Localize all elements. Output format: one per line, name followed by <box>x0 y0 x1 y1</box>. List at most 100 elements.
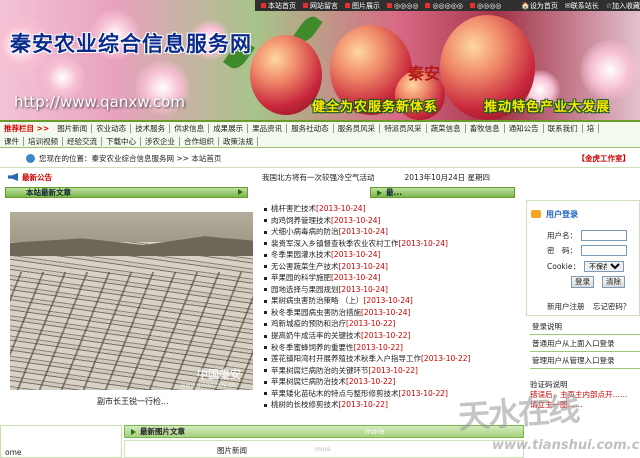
corner-watermark-url: www.tianshui.com.cn <box>492 438 640 453</box>
top-link-guestbook[interactable]: 网站留言 <box>303 1 338 11</box>
forgot-password-link[interactable]: 忘记密码？ <box>593 302 631 311</box>
cookie-select[interactable]: 不保存 <box>583 261 624 272</box>
work-room-link[interactable]: 【金虎工作室】 <box>578 153 631 164</box>
nav-item[interactable]: 经验交流 <box>63 137 102 146</box>
site-title: 秦安农业综合信息服务网 <box>10 32 252 56</box>
news-list-item[interactable]: 莲花镇阳湾村开展养殖技术秋季入户指导工作[2013-10-22] <box>262 353 512 365</box>
username-input[interactable] <box>581 230 627 241</box>
nav-item[interactable]: 联系我们 <box>544 124 583 133</box>
nav-item[interactable]: 果品资讯 <box>248 124 288 133</box>
breadcrumb[interactable]: 秦安农业综合信息服务网 >> 本站首页 <box>92 153 222 164</box>
top-link-6[interactable]: ◎◎◎◎ <box>469 2 501 10</box>
left-box-text[interactable]: ome <box>5 448 22 457</box>
news-title[interactable]: 冬季果园灌水技术 <box>271 250 331 259</box>
arrow-icon <box>131 428 136 435</box>
news-date: [2013-10-24] <box>361 307 411 317</box>
nav-item[interactable]: 培训视频 <box>24 137 63 146</box>
bullet-icon <box>264 288 267 292</box>
news-title[interactable]: 园地选择与果园规划 <box>271 285 339 294</box>
top-link-4[interactable]: ◎◎◎◎ <box>387 2 418 10</box>
nav-item[interactable]: 合作组织 <box>180 137 219 146</box>
photo-watermark: 中国秦安 <box>197 368 241 381</box>
login-heading: 用户登录 <box>546 209 578 219</box>
news-title[interactable]: 犬细小病毒病的防治 <box>271 227 339 236</box>
nav-item[interactable]: 课件 <box>0 137 24 146</box>
news-date: [2013-10-22] <box>346 319 396 329</box>
news-title[interactable]: 秋冬季果园病虫害防治措施 <box>271 308 361 317</box>
clear-button[interactable]: 清除 <box>602 276 625 288</box>
nav-item[interactable]: 特派员风采 <box>380 124 427 133</box>
news-title[interactable]: 苹果树腐烂病防治技术 <box>271 377 346 386</box>
news-list-item[interactable]: 无公害蔬菜生产技术[2013-10-24] <box>262 261 512 273</box>
nav-item[interactable]: 技术服务 <box>131 124 171 133</box>
news-title[interactable]: 无公害蔬菜生产技术 <box>271 262 339 271</box>
news-title[interactable]: 果树病虫害防治策略 （上） <box>271 296 363 305</box>
more-link[interactable]: more <box>365 427 384 436</box>
photo-news-tab[interactable]: 图片新闻 <box>217 445 247 456</box>
featured-photo[interactable]: 中国秦安 www.qinan.gov.cn <box>10 212 253 390</box>
home-icon <box>26 154 35 163</box>
photo-caption[interactable]: 副市长王锐一行检... <box>97 396 169 407</box>
nav-item[interactable]: 供求信息 <box>170 124 210 133</box>
set-homepage-link[interactable]: 🏠设为首页 <box>521 1 558 11</box>
news-title[interactable]: 桃杆害贮技术 <box>271 204 316 213</box>
nav-item[interactable]: 服务员风采 <box>334 124 381 133</box>
contact-admin-link[interactable]: ✉联系站长 <box>565 1 599 11</box>
login-help-item[interactable]: 管理用户从管理入口登录 <box>530 352 640 369</box>
news-title[interactable]: 苹果矮化苗砧木的特点与整形修剪技术 <box>271 389 399 398</box>
nav-item[interactable]: 图片新闻 <box>53 124 93 133</box>
top-link-home[interactable]: 本站首页 <box>261 1 296 11</box>
bullet-icon <box>264 346 267 350</box>
news-title[interactable]: 苹果树腐烂病防治的关键环节 <box>271 366 369 375</box>
nav-item[interactable]: 农业动态 <box>92 124 132 133</box>
top-link-5[interactable]: ◎◎◎◎◎ <box>425 2 463 10</box>
news-title[interactable]: 提高奶牛成活率的关键技术 <box>271 331 361 340</box>
news-list-item[interactable]: 园地选择与果园规划[2013-10-24] <box>262 284 512 296</box>
arrow-icon <box>377 189 382 196</box>
nav-item[interactable]: 涉农企业 <box>141 137 180 146</box>
announcement-text[interactable]: 我国北方将有一次较强冷空气活动 <box>262 172 375 183</box>
bullet-icon <box>264 219 267 223</box>
news-list-item[interactable]: 苹果园的科学施肥[2013-10-24] <box>262 272 512 284</box>
register-link[interactable]: 新用户注册 <box>547 302 585 311</box>
news-title[interactable]: 秋冬季蜜蜂饲养的重要性 <box>271 343 354 352</box>
news-list-item[interactable]: 苹果树腐烂病防治技术[2013-10-22] <box>262 376 512 388</box>
news-list-item[interactable]: 秋冬季果园病虫害防治措施[2013-10-24] <box>262 307 512 319</box>
news-list-item[interactable]: 苹果树腐烂病防治的关键环节[2013-10-22] <box>262 365 512 377</box>
login-help-item[interactable]: 普通用户从上面入口登录 <box>530 335 640 352</box>
news-list-item[interactable]: 裴贵军深入乡镇督查秋季农业农村工作[2013-10-24] <box>262 238 512 250</box>
add-favorite-link[interactable]: ☆加入收藏 <box>606 1 640 11</box>
news-title[interactable]: 肉鸡饲养管理技术 <box>271 216 331 225</box>
news-list-item[interactable]: 鸡新城疫的预防和治疗[2013-10-22] <box>262 318 512 330</box>
news-title[interactable]: 莲花镇阳湾村开展养殖技术秋季入户指导工作 <box>271 354 421 363</box>
nav-item[interactable]: 政策法规 <box>219 137 258 146</box>
news-list-item[interactable]: 秋冬季蜜蜂饲养的重要性[2013-10-22] <box>262 342 512 354</box>
photo-news-more[interactable]: more <box>315 446 331 453</box>
news-list-item[interactable]: 果树病虫害防治策略 （上）[2013-10-24] <box>262 295 512 307</box>
nav-item[interactable]: 培 <box>583 124 600 133</box>
announcement-bar: 最新公告 我国北方将有一次较强冷空气活动 2013年10月24日 星期四 <box>0 169 640 185</box>
arrow-icon <box>238 189 243 195</box>
nav-item[interactable]: 通知公告 <box>505 124 544 133</box>
login-help-item[interactable]: 登录说明 <box>530 318 640 335</box>
cookie-label: Cookie： <box>547 262 580 271</box>
nav-item[interactable]: 蔬菜信息 <box>427 124 466 133</box>
login-button[interactable]: 登录 <box>571 276 594 288</box>
news-list-item[interactable]: 桃杆害贮技术[2013-10-24] <box>262 203 512 215</box>
nav-item[interactable]: 畜牧信息 <box>466 124 505 133</box>
news-title[interactable]: 裴贵军深入乡镇督查秋季农业农村工作 <box>271 239 399 248</box>
bullet-icon <box>264 242 267 246</box>
password-input[interactable] <box>581 245 627 256</box>
bullet-icon <box>264 403 267 407</box>
nav-item[interactable]: 下载中心 <box>102 137 141 146</box>
news-list-item[interactable]: 肉鸡饲养管理技术[2013-10-24] <box>262 215 512 227</box>
news-title[interactable]: 桃树的长枝修剪技术 <box>271 400 339 409</box>
news-list-item[interactable]: 提高奶牛成活率的关键技术[2013-10-22] <box>262 330 512 342</box>
nav-item[interactable]: 成果展示 <box>209 124 249 133</box>
news-title[interactable]: 鸡新城疫的预防和治疗 <box>271 319 346 328</box>
news-list-item[interactable]: 冬季果园灌水技术[2013-10-24] <box>262 249 512 261</box>
news-title[interactable]: 苹果园的科学施肥 <box>271 273 331 282</box>
top-link-gallery[interactable]: 图片展示 <box>345 1 380 11</box>
news-list-item[interactable]: 犬细小病毒病的防治[2013-10-24] <box>262 226 512 238</box>
nav-item[interactable]: 服务社动态 <box>287 124 334 133</box>
